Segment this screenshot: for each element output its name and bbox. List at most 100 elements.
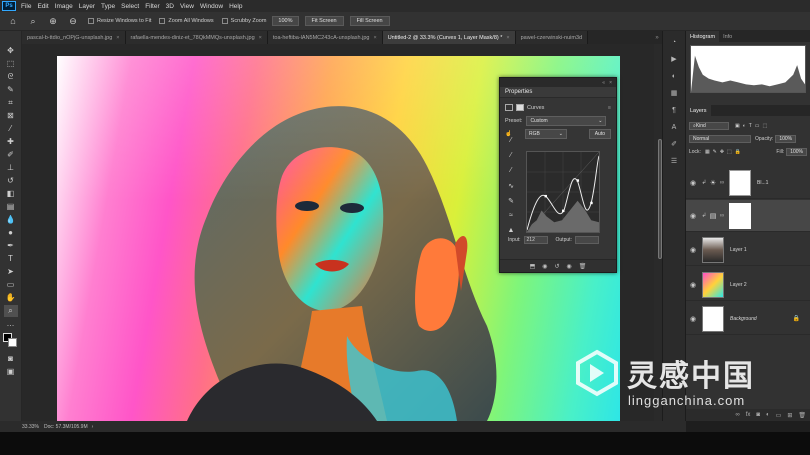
black-point-eyedropper-icon[interactable]: ⁄	[507, 136, 516, 145]
properties-panel-header[interactable]: «×	[500, 78, 616, 87]
fit-screen-button[interactable]: Fit Screen	[304, 16, 344, 26]
close-icon[interactable]: ×	[506, 35, 509, 41]
hand-tool-icon[interactable]: ✋	[4, 292, 18, 304]
menu-help[interactable]: Help	[226, 3, 245, 10]
chevron-right-icon[interactable]: ›	[92, 424, 94, 430]
visibility-eye-icon[interactable]: ◉	[686, 281, 700, 289]
curves-graph[interactable]	[526, 151, 600, 233]
link-icon[interactable]: ∞	[718, 213, 726, 219]
blur-tool-icon[interactable]: 💧	[4, 214, 18, 226]
fill-field[interactable]: 100%	[786, 148, 807, 156]
layer-thumbnail[interactable]	[702, 236, 724, 263]
gradient-tool-icon[interactable]: ▤	[4, 201, 18, 213]
home-icon[interactable]: ⌂	[6, 15, 20, 27]
libraries-icon[interactable]: ☰	[668, 156, 680, 166]
layer-name[interactable]: Layer 1	[730, 247, 747, 253]
menu-window[interactable]: Window	[197, 3, 226, 10]
layer-row[interactable]: ◉ ↲ ☀ ∞ Bl...1	[686, 167, 810, 199]
type-tool-icon[interactable]: T	[4, 253, 18, 265]
menu-type[interactable]: Type	[98, 3, 118, 10]
tab-document-2[interactable]: rafaella-mendes-diniz-et_78QkMMQs-unspla…	[125, 31, 268, 44]
trash-icon[interactable]: 🗑	[798, 412, 806, 419]
layer-row[interactable]: ◉ Layer 1	[686, 234, 810, 266]
visibility-eye-icon[interactable]: ◉	[686, 179, 700, 187]
layer-name[interactable]: Background	[730, 316, 757, 322]
history-icon[interactable]: ◔	[668, 37, 680, 47]
layer-thumbnail[interactable]	[702, 305, 724, 332]
layer-mask-thumbnail[interactable]	[729, 169, 751, 196]
color-swatches[interactable]	[2, 333, 19, 349]
layer-name[interactable]: Layer 2	[730, 282, 747, 288]
path-select-tool-icon[interactable]: ➤	[4, 266, 18, 278]
visibility-eye-icon[interactable]: ◉	[686, 212, 700, 220]
adjustments-icon[interactable]: ◐	[668, 71, 680, 81]
tab-info[interactable]: Info	[719, 31, 736, 42]
lasso-tool-icon[interactable]: ᘓ	[4, 71, 18, 83]
tab-document-5[interactable]: pawel-czerwinski-nuim3d	[515, 31, 589, 44]
curve-points-icon[interactable]: ∿	[507, 181, 516, 190]
brushes-icon[interactable]: ✐	[668, 139, 680, 149]
paragraph-icon[interactable]: ¶	[668, 105, 680, 115]
background-color-swatch[interactable]	[7, 338, 17, 347]
visibility-eye-icon[interactable]: ◉	[686, 315, 700, 323]
menu-layer[interactable]: Layer	[76, 3, 98, 10]
output-field[interactable]	[574, 236, 599, 244]
layer-row-selected[interactable]: ◉ ↲ ▤ ∞	[686, 200, 810, 232]
preset-dropdown[interactable]: Custom ⌄	[526, 115, 607, 126]
tab-histogram[interactable]: Histogram	[686, 31, 720, 42]
zoom-percent-button[interactable]: 100%	[272, 16, 299, 26]
more-tools-icon[interactable]: …	[4, 318, 18, 330]
layer-mask-thumbnail[interactable]	[729, 202, 751, 229]
gray-point-eyedropper-icon[interactable]: ⁄	[507, 151, 516, 160]
frame-tool-icon[interactable]: ⊠	[4, 110, 18, 122]
pen-tool-icon[interactable]: ✒	[4, 240, 18, 252]
panel-menu-icon[interactable]: ≡	[608, 105, 611, 111]
curves-adjustment-icon[interactable]	[505, 104, 513, 111]
eraser-tool-icon[interactable]: ◧	[4, 188, 18, 200]
zoom-out-icon[interactable]: ⊖	[66, 15, 80, 27]
menu-view[interactable]: View	[177, 3, 197, 10]
tab-document-1[interactable]: pascal-b-ttdio_nOPjG-unsplash.jpg ×	[22, 31, 126, 44]
tab-document-3[interactable]: toa-heftiba-lAN5MC243cA-unsplash.jpg ×	[267, 31, 383, 44]
collapse-icon[interactable]: «	[602, 80, 605, 86]
dodge-tool-icon[interactable]: ●	[4, 227, 18, 239]
tab-document-active[interactable]: Untitled-2 @ 33.3% (Curves 1, Layer Mask…	[382, 31, 516, 44]
channel-dropdown[interactable]: RGB ⌄	[525, 128, 567, 139]
menu-edit[interactable]: Edit	[34, 3, 51, 10]
history-brush-tool-icon[interactable]: ↺	[4, 175, 18, 187]
move-tool-icon[interactable]: ✥	[4, 45, 18, 57]
marquee-tool-icon[interactable]: ⬚	[4, 58, 18, 70]
quick-mask-icon[interactable]: ◙	[4, 353, 18, 365]
link-icon[interactable]: ∞	[718, 180, 726, 186]
layer-filter-icons[interactable]: ▣◐T▭⬚	[735, 123, 770, 129]
white-point-eyedropper-icon[interactable]: ⁄	[507, 166, 516, 175]
zoom-level[interactable]: 33.33%	[0, 424, 39, 430]
fill-screen-button[interactable]: Fill Screen	[349, 16, 390, 26]
actions-icon[interactable]: ▶	[668, 54, 680, 64]
character-icon[interactable]: A	[668, 122, 680, 132]
layer-name[interactable]: Bl...1	[757, 180, 768, 186]
menu-3d[interactable]: 3D	[163, 3, 177, 10]
screen-mode-icon[interactable]: ▣	[4, 366, 18, 378]
view-previous-state-icon[interactable]: ◉	[542, 263, 547, 270]
canvas-area[interactable]: «× Properties Curves ≡ Preset: Custom ⌄ ☝…	[22, 44, 662, 421]
healing-brush-tool-icon[interactable]: ✚	[4, 136, 18, 148]
menu-file[interactable]: File	[18, 3, 34, 10]
clone-stamp-tool-icon[interactable]: ⊥	[4, 162, 18, 174]
resize-windows-checkbox[interactable]: Resize Windows to Fit	[88, 18, 151, 24]
layer-mask-icon[interactable]	[516, 104, 524, 111]
zoom-in-icon[interactable]: ⊕	[46, 15, 60, 27]
crop-tool-icon[interactable]: ⌗	[4, 97, 18, 109]
quick-select-tool-icon[interactable]: ✎	[4, 84, 18, 96]
lock-icons[interactable]: ▦✎✥⬚🔒	[705, 149, 744, 155]
smooth-curve-icon[interactable]: ≈	[507, 211, 516, 220]
shape-tool-icon[interactable]: ▭	[4, 279, 18, 291]
visibility-eye-icon[interactable]: ◉	[686, 246, 700, 254]
auto-button[interactable]: Auto	[588, 128, 611, 139]
input-field[interactable]: 212	[523, 236, 548, 244]
document-size[interactable]: Doc: 57.3M/105.9M	[44, 424, 88, 430]
zoom-tool-icon[interactable]: ⌕	[26, 15, 40, 27]
tabs-overflow-icon[interactable]: »	[652, 31, 662, 44]
layer-row[interactable]: ◉ Background 🔒	[686, 303, 810, 335]
menu-filter[interactable]: Filter	[142, 3, 162, 10]
